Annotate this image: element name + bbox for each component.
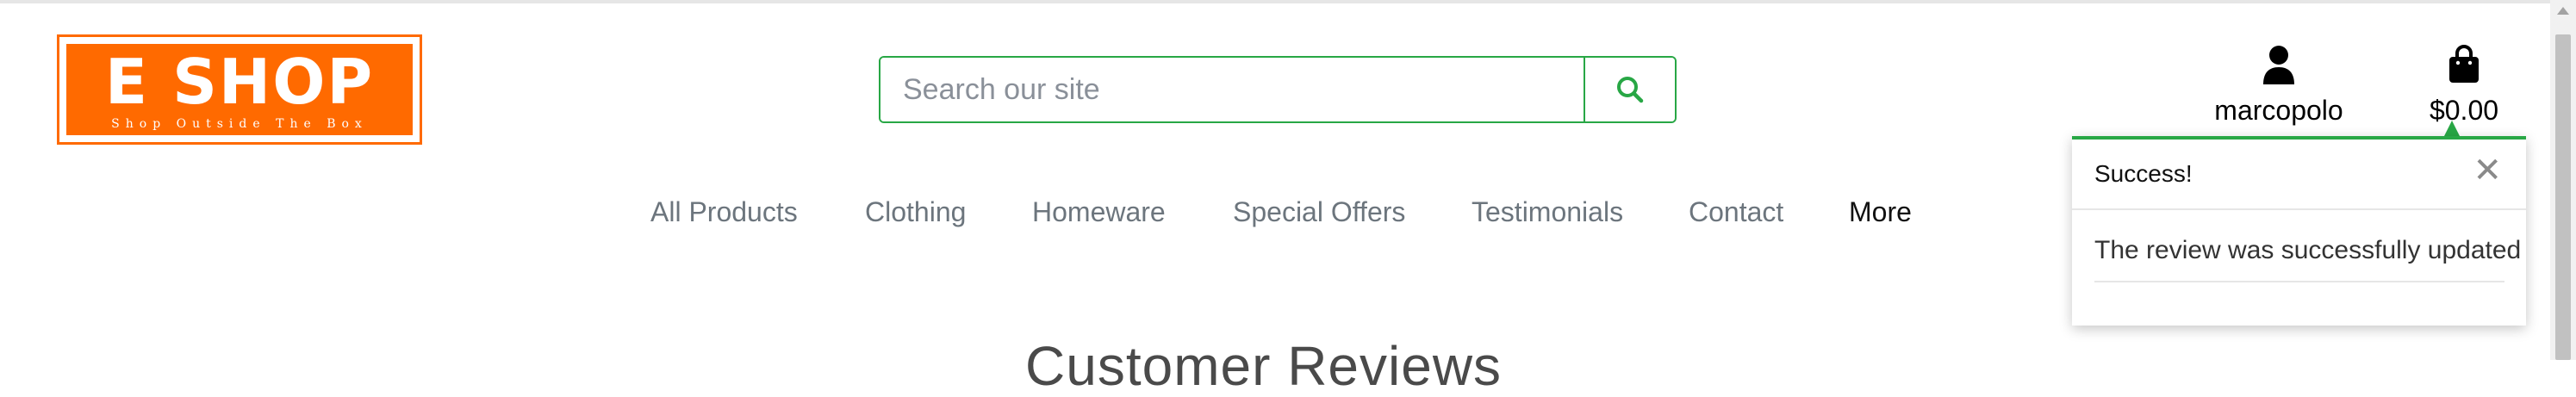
top-border — [0, 0, 2550, 3]
search-input[interactable] — [880, 58, 1584, 121]
page-scrollbar[interactable] — [2550, 0, 2576, 360]
nav-clothing[interactable]: Clothing — [865, 195, 966, 229]
account-username: marcopolo — [2214, 95, 2343, 126]
nav-homeware[interactable]: Homeware — [1032, 195, 1166, 229]
shopping-bag-link[interactable]: $0.00 — [2408, 45, 2520, 127]
site-logo[interactable]: E SHOP Shop Outside The Box — [57, 34, 422, 145]
search-icon — [1617, 77, 1644, 103]
nav-special-offers[interactable]: Special Offers — [1233, 195, 1405, 229]
toast-arrow — [2444, 121, 2460, 136]
toast-header: Success! ✕ — [2072, 140, 2526, 210]
search-form — [879, 56, 1677, 123]
toast-title: Success! — [2094, 160, 2193, 187]
logo-tagline: Shop Outside The Box — [111, 117, 368, 131]
close-icon[interactable]: ✕ — [2473, 153, 2502, 188]
main-nav: All Products Clothing Homeware Special O… — [638, 195, 1947, 233]
scroll-up-arrow-icon[interactable] — [2557, 7, 2569, 15]
my-account-link[interactable]: marcopolo — [2206, 45, 2352, 127]
logo-title: E SHOP — [104, 46, 375, 118]
search-button[interactable] — [1584, 58, 1675, 121]
scroll-thumb[interactable] — [2555, 34, 2571, 360]
toast-message: The review was successfully updated — [2094, 234, 2521, 282]
shopping-bag-icon — [2449, 45, 2479, 83]
nav-contact[interactable]: Contact — [1689, 195, 1783, 229]
nav-testimonials[interactable]: Testimonials — [1472, 195, 1623, 229]
page-heading: Customer Reviews — [1025, 335, 1503, 397]
success-toast: Success! ✕ The review was successfully u… — [2072, 136, 2526, 326]
nav-more[interactable]: More — [1849, 195, 1912, 229]
logo-badge: E SHOP Shop Outside The Box — [65, 42, 414, 137]
bag-total: $0.00 — [2429, 95, 2499, 126]
user-icon — [2263, 46, 2294, 84]
nav-all-products[interactable]: All Products — [650, 195, 798, 229]
